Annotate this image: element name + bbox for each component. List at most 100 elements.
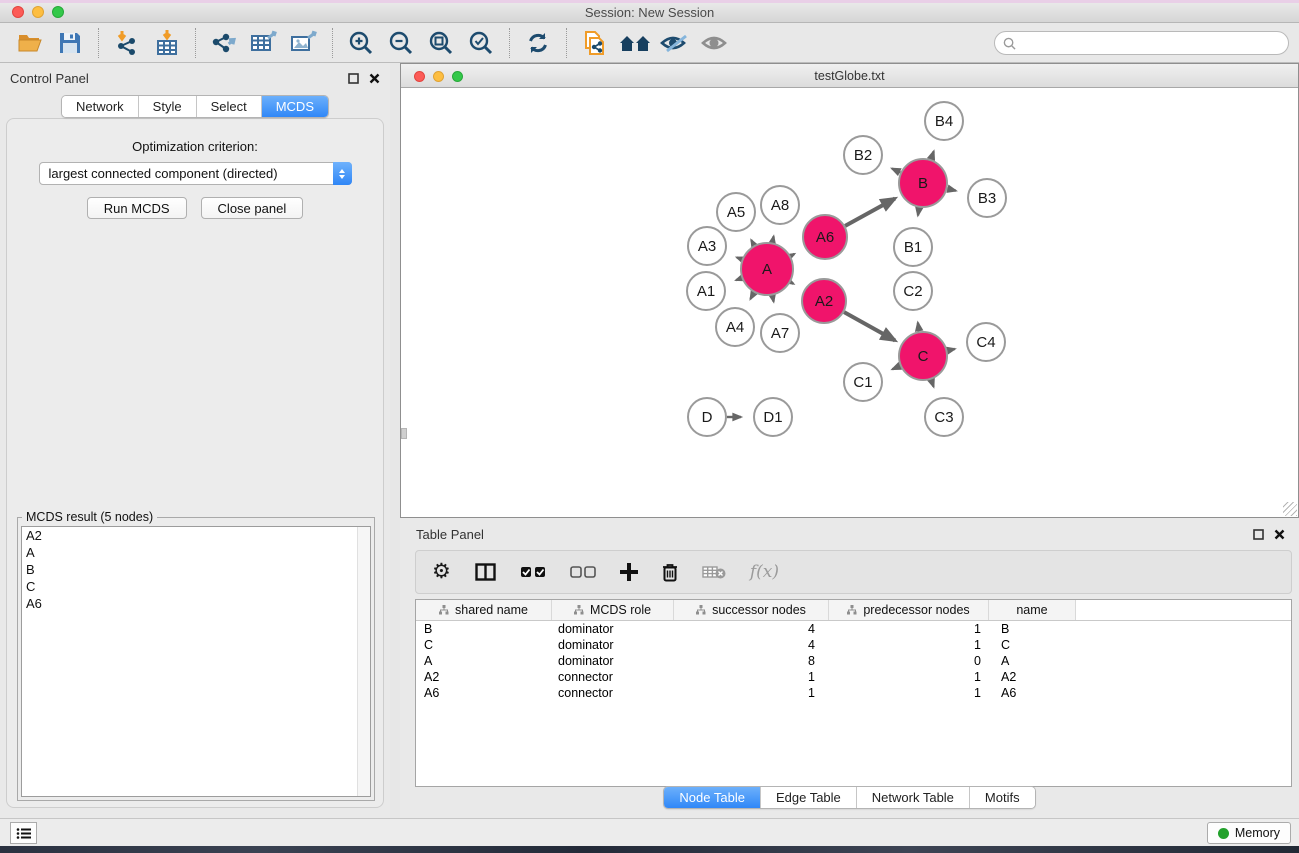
network-graph[interactable]: B4 B2 B B3 B1 C2 A5A8A6 A3 A A1 A2 A4A7 C C4 C1 C3 D D1 xyxy=(401,88,1298,517)
close-table-panel-icon[interactable] xyxy=(1274,529,1285,540)
graph-node-C3[interactable]: C3 xyxy=(925,398,963,436)
search-box[interactable] xyxy=(994,31,1289,55)
graph-edge-B-B3[interactable] xyxy=(947,189,956,191)
save-session-button[interactable] xyxy=(50,26,90,60)
refresh-button[interactable] xyxy=(518,26,558,60)
graph-node-D[interactable]: D xyxy=(688,398,726,436)
graph-node-A5[interactable]: A5 xyxy=(717,193,755,231)
graph-edge-A-A1[interactable] xyxy=(736,278,741,280)
column-header-shared-name[interactable]: shared name xyxy=(416,600,552,620)
graph-node-B1[interactable]: B1 xyxy=(894,228,932,266)
graph-edge-C-C4[interactable] xyxy=(947,349,954,351)
graph-node-A[interactable]: A xyxy=(741,243,793,295)
table-row[interactable]: A2connector11A2 xyxy=(416,669,1291,685)
graph-node-C1[interactable]: C1 xyxy=(844,363,882,401)
graph-edge-B-B2[interactable] xyxy=(892,169,900,173)
graph-edge-B-B4[interactable] xyxy=(931,151,934,159)
table-settings-gear-icon[interactable]: ⚙ xyxy=(432,562,451,582)
result-list-item[interactable]: A xyxy=(22,544,370,561)
network-window-titlebar[interactable]: testGlobe.txt xyxy=(401,64,1298,88)
graph-node-B[interactable]: B xyxy=(899,159,947,207)
graph-node-D1[interactable]: D1 xyxy=(754,398,792,436)
graph-node-A7[interactable]: A7 xyxy=(761,314,799,352)
graph-edge-A-A3[interactable] xyxy=(737,257,742,259)
float-table-panel-icon[interactable] xyxy=(1253,529,1264,540)
tab-node-table[interactable]: Node Table xyxy=(664,787,761,808)
tab-network-table[interactable]: Network Table xyxy=(857,787,970,808)
delete-column-icon[interactable] xyxy=(662,563,678,582)
table-row[interactable]: Adominator80A xyxy=(416,653,1291,669)
graph-edge-A2-C[interactable] xyxy=(844,312,895,340)
split-view-icon[interactable] xyxy=(475,563,496,581)
node-table[interactable]: shared nameMCDS rolesuccessor nodesprede… xyxy=(415,599,1292,787)
task-history-button[interactable] xyxy=(10,822,37,844)
first-neighbors-button[interactable] xyxy=(615,26,655,60)
graph-edge-A-A7[interactable] xyxy=(772,295,773,301)
network-canvas[interactable]: B4 B2 B B3 B1 C2 A5A8A6 A3 A A1 A2 A4A7 C C4 C1 C3 D D1 xyxy=(401,88,1298,517)
graph-node-A2[interactable]: A2 xyxy=(802,279,846,323)
table-row[interactable]: Cdominator41C xyxy=(416,637,1291,653)
result-list-item[interactable]: C xyxy=(22,578,370,595)
open-session-button[interactable] xyxy=(10,26,50,60)
tab-edge-table[interactable]: Edge Table xyxy=(761,787,857,808)
import-table-button[interactable] xyxy=(147,26,187,60)
result-list-item[interactable]: B xyxy=(22,561,370,578)
show-all-button[interactable] xyxy=(695,26,735,60)
graph-node-A3[interactable]: A3 xyxy=(688,227,726,265)
zoom-selected-button[interactable] xyxy=(461,26,501,60)
window-resize-grip[interactable] xyxy=(1283,502,1297,516)
tab-mcds[interactable]: MCDS xyxy=(262,96,328,117)
canvas-left-handle[interactable] xyxy=(401,428,407,439)
criterion-dropdown[interactable]: largest connected component (directed) xyxy=(39,162,352,185)
graph-edge-A-A4[interactable] xyxy=(750,293,753,299)
graph-node-C4[interactable]: C4 xyxy=(967,323,1005,361)
graph-edge-C-C2[interactable] xyxy=(918,323,919,332)
graph-edge-C-C1[interactable] xyxy=(892,366,900,369)
graph-edge-C-C3[interactable] xyxy=(931,380,933,387)
graph-node-B2[interactable]: B2 xyxy=(844,136,882,174)
graph-node-B3[interactable]: B3 xyxy=(968,179,1006,217)
column-header-name[interactable]: name xyxy=(989,600,1076,620)
column-header-predecessor-nodes[interactable]: predecessor nodes xyxy=(829,600,989,620)
graph-edge-A-A8[interactable] xyxy=(772,236,773,242)
memory-button[interactable]: Memory xyxy=(1207,822,1291,844)
tab-select[interactable]: Select xyxy=(197,96,262,117)
table-row[interactable]: Bdominator41B xyxy=(416,621,1291,637)
export-table-button[interactable] xyxy=(244,26,284,60)
export-network-button[interactable] xyxy=(204,26,244,60)
tab-network[interactable]: Network xyxy=(62,96,139,117)
graph-node-A6[interactable]: A6 xyxy=(803,215,847,259)
export-image-button[interactable] xyxy=(284,26,324,60)
hide-selected-button[interactable] xyxy=(655,26,695,60)
graph-edge-A-A5[interactable] xyxy=(751,240,754,245)
close-panel-icon[interactable] xyxy=(369,73,380,84)
add-column-icon[interactable] xyxy=(620,563,638,581)
unselect-all-columns-icon[interactable] xyxy=(570,566,596,578)
close-panel-button[interactable]: Close panel xyxy=(201,197,304,219)
graph-node-B4[interactable]: B4 xyxy=(925,102,963,140)
zoom-out-button[interactable] xyxy=(381,26,421,60)
run-mcds-button[interactable]: Run MCDS xyxy=(87,197,187,219)
tab-motifs[interactable]: Motifs xyxy=(970,787,1035,808)
result-list-scrollbar[interactable] xyxy=(357,527,370,796)
zoom-in-button[interactable] xyxy=(341,26,381,60)
table-row[interactable]: A6connector11A6 xyxy=(416,685,1291,701)
graph-edge-A-A2[interactable] xyxy=(791,282,794,284)
mcds-result-list[interactable]: A2ABCA6 xyxy=(21,526,371,797)
graph-node-A1[interactable]: A1 xyxy=(687,272,725,310)
select-all-columns-icon[interactable] xyxy=(520,566,546,578)
graph-node-A8[interactable]: A8 xyxy=(761,186,799,224)
duplicate-network-button[interactable] xyxy=(575,26,615,60)
graph-node-A4[interactable]: A4 xyxy=(716,308,754,346)
result-list-item[interactable]: A6 xyxy=(22,595,370,612)
graph-edge-A-A6[interactable] xyxy=(791,254,795,256)
float-panel-icon[interactable] xyxy=(348,73,359,84)
graph-node-C[interactable]: C xyxy=(899,332,947,380)
graph-edge-B-B1[interactable] xyxy=(918,208,919,216)
column-header-MCDS-role[interactable]: MCDS role xyxy=(552,600,674,620)
result-list-item[interactable]: A2 xyxy=(22,527,370,544)
search-input[interactable] xyxy=(1021,36,1288,50)
graph-node-C2[interactable]: C2 xyxy=(894,272,932,310)
zoom-fit-button[interactable] xyxy=(421,26,461,60)
tab-style[interactable]: Style xyxy=(139,96,197,117)
